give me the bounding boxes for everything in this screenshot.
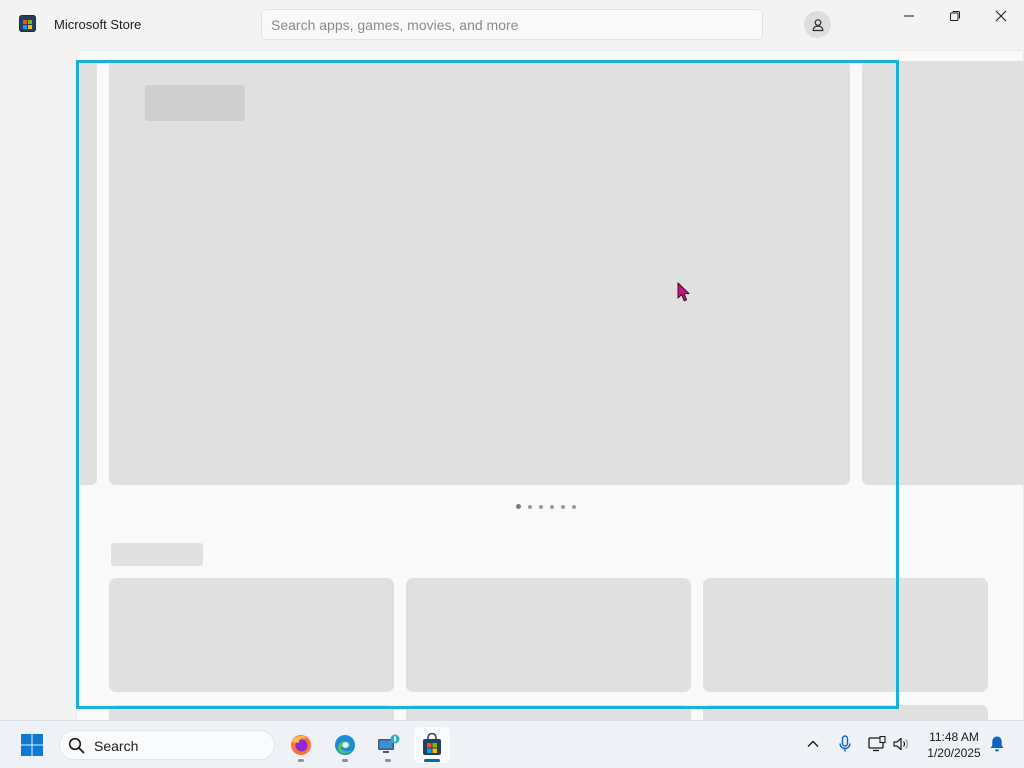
volume-button[interactable] xyxy=(890,733,912,755)
card-skeleton[interactable] xyxy=(406,705,691,720)
store-icon xyxy=(423,733,441,755)
section-title-skeleton xyxy=(111,543,203,566)
clock-time: 11:48 AM xyxy=(929,730,979,744)
carousel-dot-3[interactable] xyxy=(539,504,543,509)
taskbar-search[interactable]: Search xyxy=(59,730,275,760)
title-bar: Microsoft Store xyxy=(0,0,1024,48)
taskbar-app-edge[interactable] xyxy=(327,727,363,763)
app-title: Microsoft Store xyxy=(54,17,142,32)
store-app-icon xyxy=(19,15,36,32)
edge-icon xyxy=(335,735,355,755)
minimize-button[interactable] xyxy=(886,0,932,32)
carousel-dot-4[interactable] xyxy=(550,504,554,509)
show-hidden-icons-button[interactable] xyxy=(802,733,824,755)
card-skeleton[interactable] xyxy=(406,578,691,692)
card-skeleton[interactable] xyxy=(109,578,394,692)
running-indicator xyxy=(424,759,440,762)
taskbar-search-label: Search xyxy=(94,738,139,754)
carousel-dot-1[interactable] xyxy=(516,504,521,509)
notification-bell-icon xyxy=(990,736,1004,752)
mouse-cursor-icon xyxy=(677,282,690,302)
clock-date: 1/20/2025 xyxy=(927,746,981,760)
notifications-button[interactable] xyxy=(986,733,1008,755)
card-skeleton[interactable] xyxy=(109,705,394,720)
card-skeleton[interactable] xyxy=(703,705,988,720)
taskbar-app-store[interactable] xyxy=(414,727,450,763)
hero-next-skeleton[interactable] xyxy=(862,61,1024,485)
hero-prev-skeleton[interactable] xyxy=(80,61,97,485)
microphone-icon xyxy=(839,735,851,752)
taskbar-clock[interactable]: 11:48 AM 1/20/2025 xyxy=(918,729,990,761)
carousel-dot-2[interactable] xyxy=(528,504,532,509)
network-display-button[interactable] xyxy=(866,733,888,755)
microphone-button[interactable] xyxy=(834,733,856,755)
taskbar: Search 11:48 AM 1/20/2025 xyxy=(0,720,1024,768)
running-indicator xyxy=(385,759,391,762)
carousel-dot-6[interactable] xyxy=(572,504,576,509)
person-icon xyxy=(812,18,823,31)
firefox-icon xyxy=(291,735,311,755)
running-indicator xyxy=(342,759,348,762)
start-button[interactable] xyxy=(14,727,50,763)
carousel-pager xyxy=(516,504,576,509)
card-skeleton[interactable] xyxy=(703,578,988,692)
search-input[interactable] xyxy=(262,10,762,39)
carousel-dot-5[interactable] xyxy=(561,504,565,509)
computer-icon xyxy=(378,734,400,753)
hero-title-skeleton xyxy=(145,85,245,121)
chevron-up-icon xyxy=(807,740,819,747)
running-indicator xyxy=(298,759,304,762)
restore-icon xyxy=(950,11,960,21)
volume-icon xyxy=(893,737,909,751)
search-icon xyxy=(68,737,85,754)
taskbar-app-firefox[interactable] xyxy=(283,727,319,763)
windows-logo-icon xyxy=(21,734,43,756)
close-icon xyxy=(995,10,1007,22)
account-avatar-button[interactable] xyxy=(804,11,831,38)
close-button[interactable] xyxy=(978,0,1024,32)
display-icon xyxy=(868,736,886,752)
taskbar-app-computer[interactable] xyxy=(370,727,406,763)
minimize-icon xyxy=(904,15,914,17)
store-search-box[interactable] xyxy=(261,9,763,40)
maximize-button[interactable] xyxy=(932,0,978,32)
hero-banner-skeleton[interactable] xyxy=(109,61,850,485)
store-content xyxy=(0,48,1024,720)
